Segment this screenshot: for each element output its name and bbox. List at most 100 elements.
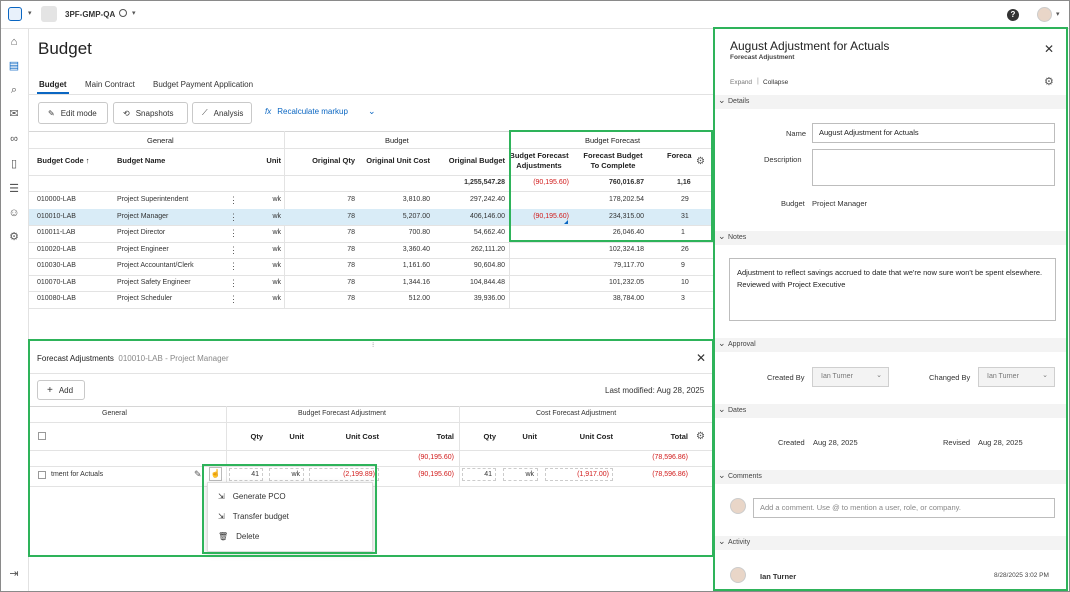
row-checkbox[interactable] bbox=[38, 471, 46, 479]
fa-col-cqty[interactable]: Qty bbox=[462, 432, 496, 441]
app-switcher-icon[interactable] bbox=[8, 7, 22, 21]
description-input[interactable] bbox=[812, 149, 1055, 186]
tab-budget[interactable]: Budget bbox=[39, 80, 67, 89]
fa-col-total[interactable]: Total bbox=[409, 432, 454, 441]
table-row[interactable]: 010020-LAB Project Engineer ⋮ wk 78 3,360.40 2… bbox=[29, 242, 713, 259]
expand-nav-icon[interactable]: ⇥ bbox=[7, 567, 21, 581]
recalculate-markup-button[interactable]: fx Recalculate markup bbox=[265, 107, 348, 116]
budget-name-link[interactable]: Project Engineer bbox=[117, 246, 169, 253]
col-original-qty[interactable]: Original Qty bbox=[295, 156, 355, 165]
fa-col-cunit[interactable]: Unit bbox=[501, 432, 537, 441]
edit-pencil-icon[interactable]: ✎ bbox=[194, 469, 202, 480]
binoculars-icon[interactable]: ∞ bbox=[7, 132, 21, 146]
tab-budget-payment-application[interactable]: Budget Payment Application bbox=[153, 80, 253, 89]
settings-icon[interactable]: ⚙ bbox=[7, 230, 21, 244]
members-icon[interactable]: ☺ bbox=[7, 206, 21, 220]
comment-input[interactable]: Add a comment. Use @ to mention a user, … bbox=[753, 498, 1055, 518]
col-budget-name[interactable]: Budget Name bbox=[117, 156, 165, 165]
home-icon[interactable]: ⌂ bbox=[7, 35, 21, 49]
revised-label: Revised bbox=[943, 438, 971, 447]
analysis-button[interactable]: ⟋ Analysis bbox=[192, 102, 252, 124]
more-options-icon[interactable]: ⋮ bbox=[229, 245, 238, 256]
name-input[interactable]: August Adjustment for Actuals bbox=[812, 123, 1055, 143]
settings-icon[interactable]: ⚙ bbox=[1044, 75, 1054, 88]
project-name[interactable]: 3PF-GMP-QA bbox=[65, 10, 115, 19]
help-icon[interactable]: ? bbox=[1007, 9, 1019, 21]
select-all-checkbox[interactable] bbox=[38, 432, 46, 440]
budget-name-link[interactable]: Project Accountant/Clerk bbox=[117, 262, 194, 269]
table-row[interactable]: 010011-LAB Project Director ⋮ wk 78 700.80 54,… bbox=[29, 225, 713, 242]
fa-col-unit[interactable]: Unit bbox=[269, 432, 304, 441]
changed-by-dropdown[interactable]: Ian Turner ⌄ bbox=[978, 367, 1055, 387]
budget-name-link[interactable]: Project Manager bbox=[117, 213, 168, 220]
fa-col-cunit-cost[interactable]: Unit Cost bbox=[559, 432, 613, 441]
fa-unit[interactable]: wk bbox=[269, 468, 304, 481]
budget-name-link[interactable]: Project Scheduler bbox=[117, 295, 172, 302]
chevron-down-icon[interactable]: ▾ bbox=[1056, 10, 1060, 18]
col-forecast-budget-to-complete[interactable]: Forecast Budget To Complete bbox=[579, 151, 647, 171]
search-icon[interactable]: ⌕ bbox=[7, 83, 21, 97]
table-row[interactable]: 010080-LAB Project Scheduler ⋮ wk 78 512.00 39… bbox=[29, 291, 713, 308]
fa-col-qty[interactable]: Qty bbox=[229, 432, 263, 441]
section-notes[interactable]: Notes bbox=[714, 229, 1068, 245]
fa-qty[interactable]: 41 bbox=[229, 468, 263, 481]
notes-textarea[interactable]: Adjustment to reflect savings accrued to… bbox=[729, 258, 1056, 321]
chevron-down-icon[interactable]: ▾ bbox=[132, 9, 136, 17]
fa-cunit-cost[interactable]: (1,917.00) bbox=[545, 468, 613, 481]
menu-item-generate-pco[interactable]: ⇲ Generate PCO bbox=[218, 492, 286, 501]
add-adjustment-button[interactable]: + Add bbox=[37, 380, 85, 400]
chevron-down-icon[interactable]: ▾ bbox=[28, 9, 32, 17]
fa-cqty[interactable]: 41 bbox=[462, 468, 496, 481]
mail-icon[interactable]: ✉ bbox=[7, 107, 21, 121]
section-activity[interactable]: Activity bbox=[714, 534, 1068, 550]
budget-name-link[interactable]: Project Director bbox=[117, 229, 165, 236]
chevron-down-icon[interactable]: ⌄ bbox=[368, 106, 376, 117]
col-budget-forecast-adjustments[interactable]: Budget Forecast Adjustments bbox=[509, 151, 569, 171]
close-icon[interactable]: ✕ bbox=[696, 351, 706, 365]
table-row[interactable]: 010030-LAB Project Accountant/Clerk ⋮ wk 78 1… bbox=[29, 258, 713, 275]
col-original-budget[interactable]: Original Budget bbox=[437, 156, 505, 165]
col-forecast-truncated[interactable]: Foreca bbox=[667, 151, 692, 160]
more-options-icon[interactable]: ⋮ bbox=[229, 261, 238, 272]
table-row[interactable]: 010010-LAB Project Manager ⋮ wk 78 5,207.00 40… bbox=[29, 208, 713, 225]
col-original-unit-cost[interactable]: Original Unit Cost bbox=[359, 156, 430, 165]
close-icon[interactable]: ✕ bbox=[1044, 42, 1054, 56]
section-details[interactable]: Details bbox=[714, 93, 1068, 109]
report-icon[interactable]: ☰ bbox=[7, 182, 21, 196]
column-settings-icon[interactable]: ⚙ bbox=[696, 156, 705, 167]
document-icon[interactable]: ▯ bbox=[7, 157, 21, 171]
tab-main-contract[interactable]: Main Contract bbox=[85, 80, 135, 89]
expand-link[interactable]: Expand bbox=[730, 79, 752, 86]
table-row[interactable]: 010070-LAB Project Safety Engineer ⋮ wk 78 1,… bbox=[29, 275, 713, 292]
section-comments[interactable]: Comments bbox=[714, 468, 1068, 484]
menu-item-transfer-budget[interactable]: ⇲ Transfer budget bbox=[218, 512, 289, 521]
more-options-icon[interactable]: ⋮ bbox=[229, 278, 238, 289]
edit-mode-button[interactable]: ✎ Edit mode bbox=[38, 102, 108, 124]
column-settings-icon[interactable]: ⚙ bbox=[696, 431, 705, 442]
col-unit[interactable]: Unit bbox=[251, 156, 281, 165]
snapshots-button[interactable]: ⟲ Snapshots bbox=[113, 102, 188, 124]
more-options-icon[interactable]: ⋮ bbox=[229, 195, 238, 206]
budget-name-link[interactable]: Project Safety Engineer bbox=[117, 279, 191, 286]
section-approval[interactable]: Approval bbox=[714, 336, 1068, 352]
fa-col-ctotal[interactable]: Total bbox=[641, 432, 688, 441]
adjustment-name-link[interactable]: tment for Actuals bbox=[51, 471, 103, 478]
created-by-dropdown[interactable]: Ian Turner ⌄ bbox=[812, 367, 889, 387]
sort-up-icon[interactable]: ↑ bbox=[86, 156, 90, 165]
budget-name-link[interactable]: Project Superintendent bbox=[117, 196, 188, 203]
fa-unit-cost[interactable]: (2,199.89) bbox=[309, 468, 379, 481]
table-row[interactable]: 010000-LAB Project Superintendent ⋮ wk 78 3,8… bbox=[29, 192, 713, 209]
fa-cunit[interactable]: wk bbox=[503, 468, 538, 481]
col-budget-code[interactable]: Budget Code ↑ bbox=[37, 156, 90, 165]
more-options-icon[interactable]: ⋮ bbox=[229, 294, 238, 305]
fa-col-unit-cost[interactable]: Unit Cost bbox=[329, 432, 379, 441]
budget-icon[interactable]: ▤ bbox=[7, 59, 21, 73]
row-action-icon[interactable]: ☝ bbox=[209, 467, 222, 481]
menu-item-delete[interactable]: 🗑 Delete bbox=[218, 532, 259, 541]
collapse-link[interactable]: Collapse bbox=[763, 79, 788, 86]
more-options-icon[interactable]: ⋮ bbox=[229, 228, 238, 239]
section-dates[interactable]: Dates bbox=[714, 402, 1068, 418]
user-avatar[interactable] bbox=[1037, 7, 1052, 22]
more-options-icon[interactable]: ⋮ bbox=[229, 212, 238, 223]
budget-link[interactable]: Project Manager bbox=[812, 199, 867, 208]
